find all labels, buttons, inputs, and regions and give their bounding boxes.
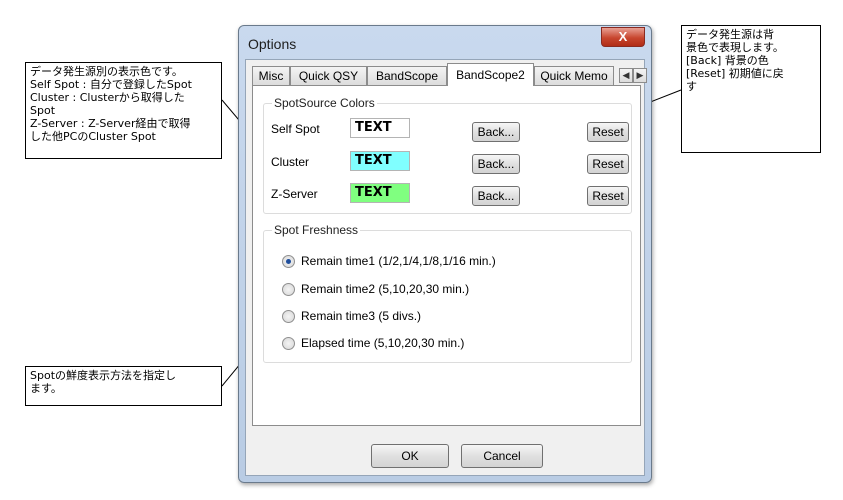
z-server-back-button[interactable]: Back... (472, 186, 520, 206)
tab-scroll-right-icon[interactable]: ▶ (633, 68, 647, 83)
z-server-label: Z-Server (271, 187, 318, 201)
spot-source-colors-label: SpotSource Colors (272, 96, 377, 110)
bandscope2-panel: SpotSource Colors Self Spot TEXT Back...… (252, 85, 641, 426)
tab-misc[interactable]: Misc (252, 66, 290, 85)
self-spot-label: Self Spot (271, 122, 320, 136)
self-spot-color-sample: TEXT (350, 118, 410, 138)
remain-time1-radio[interactable] (282, 255, 295, 268)
tab-quick-qsy[interactable]: Quick QSY (290, 66, 367, 85)
remain-time3-radio[interactable] (282, 310, 295, 323)
spot-freshness-group: Spot Freshness Remain time1 (1/2,1/4,1/8… (263, 223, 632, 363)
cluster-color-sample: TEXT (350, 151, 410, 171)
close-button[interactable]: X (601, 27, 645, 47)
tab-quick-memo[interactable]: Quick Memo (534, 66, 614, 85)
spot-freshness-label: Spot Freshness (272, 223, 361, 237)
tab-bandscope2[interactable]: BandScope2 (447, 63, 534, 86)
self-spot-back-button[interactable]: Back... (472, 122, 520, 142)
z-server-color-sample: TEXT (350, 183, 410, 203)
remain-time2-label[interactable]: Remain time2 (5,10,20,30 min.) (301, 282, 469, 296)
tab-bandscope[interactable]: BandScope (367, 66, 447, 85)
self-spot-reset-button[interactable]: Reset (587, 122, 629, 142)
tab-scroll-left-icon[interactable]: ◀ (619, 68, 633, 83)
ok-button[interactable]: OK (371, 444, 449, 468)
elapsed-time-radio[interactable] (282, 337, 295, 350)
remain-time2-radio[interactable] (282, 283, 295, 296)
spot-source-colors-group: SpotSource Colors Self Spot TEXT Back...… (263, 96, 632, 214)
remain-time3-label[interactable]: Remain time3 (5 divs.) (301, 309, 421, 323)
cluster-reset-button[interactable]: Reset (587, 154, 629, 174)
options-dialog: Options X Misc Quick QSY BandScope BandS… (238, 25, 652, 483)
cluster-back-button[interactable]: Back... (472, 154, 520, 174)
dialog-client-area: Misc Quick QSY BandScope BandScope2 Quic… (245, 59, 647, 476)
cluster-label: Cluster (271, 155, 310, 169)
elapsed-time-label[interactable]: Elapsed time (5,10,20,30 min.) (301, 336, 464, 350)
cancel-button[interactable]: Cancel (461, 444, 543, 468)
remain-time1-label[interactable]: Remain time1 (1/2,1/4,1/8,1/16 min.) (301, 254, 496, 268)
z-server-reset-button[interactable]: Reset (587, 186, 629, 206)
dialog-title: Options (248, 36, 297, 52)
